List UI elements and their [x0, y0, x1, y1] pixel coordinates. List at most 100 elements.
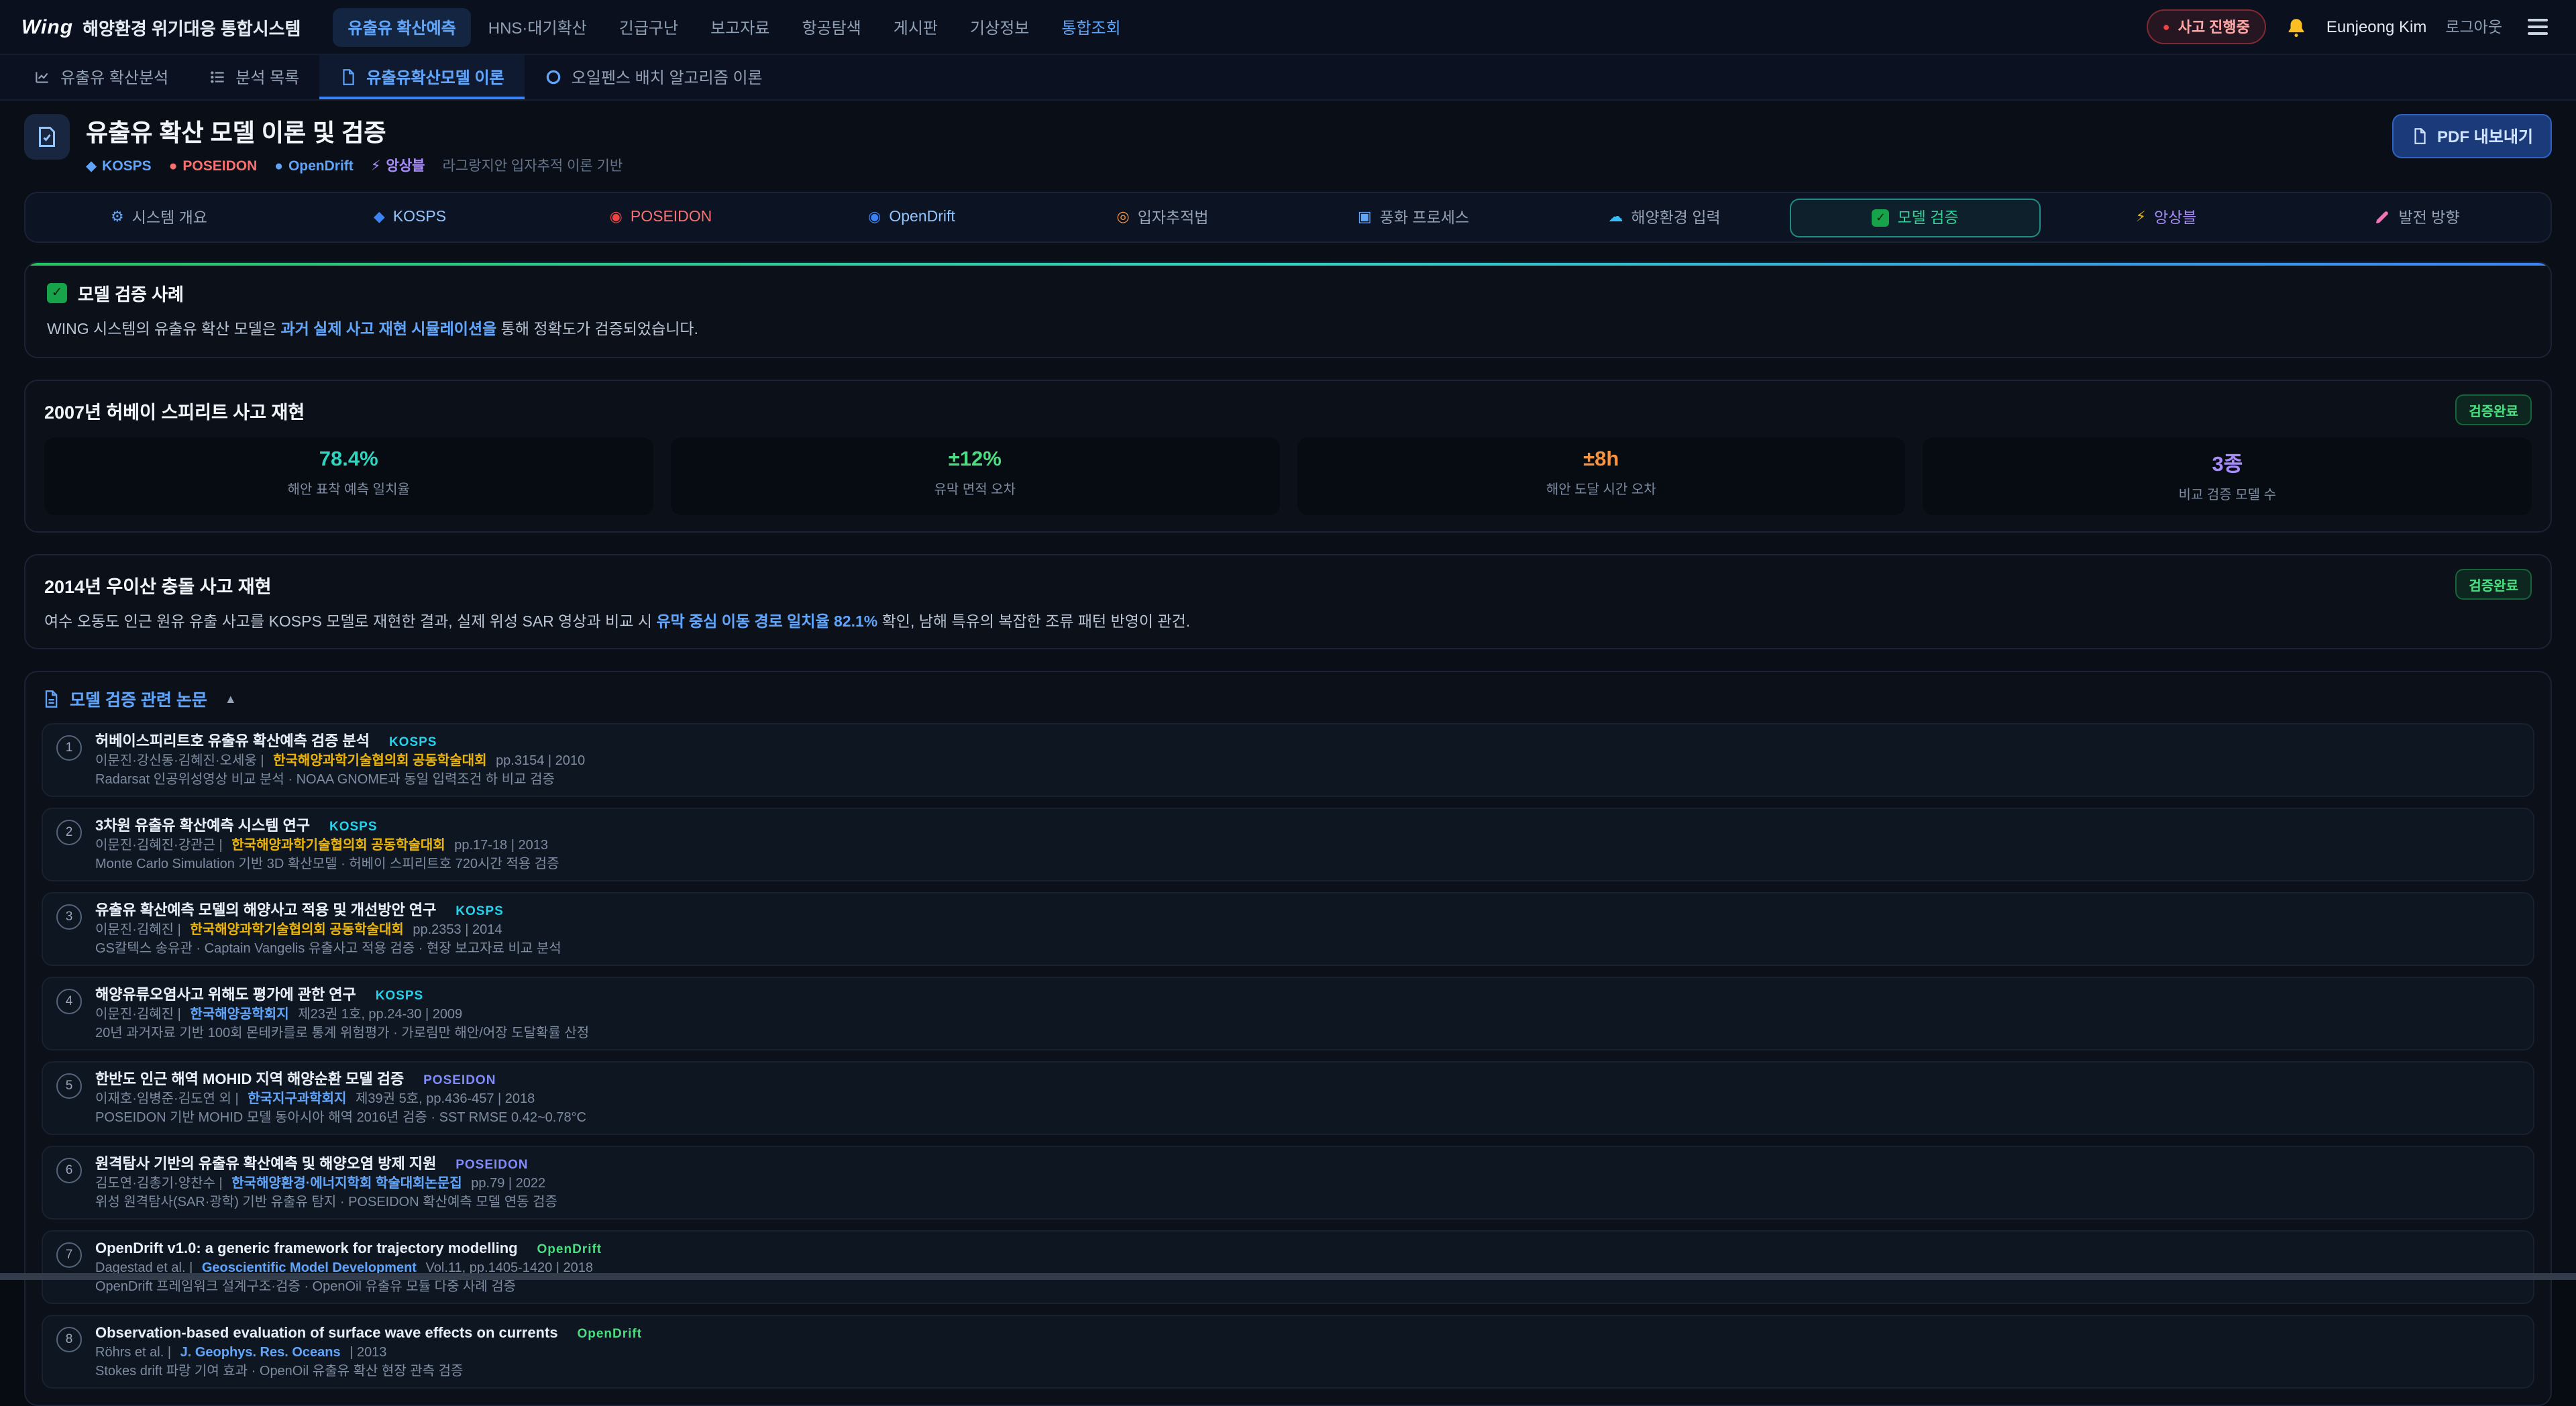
section-tab-particle-tracking[interactable]: ◎ 입자추적법: [1037, 198, 1288, 237]
section-tab-poseidon[interactable]: ◉ POSEIDON: [535, 198, 786, 237]
paper-journal-link[interactable]: 한국해양공학회지: [190, 1008, 288, 1022]
stat-value: ±8h: [1305, 448, 1898, 472]
paper-row[interactable]: 2 3차원 유출유 확산예측 시스템 연구 KOSPS 이문진·김혜진·강관근 …: [42, 808, 2534, 881]
rocket-icon: [2374, 209, 2390, 225]
top-navbar: Wing 해양환경 위기대응 통합시스템 유출유 확산예측 HNS·대기확산 긴…: [0, 0, 2576, 55]
nav-item-aerial-search[interactable]: 항공탐색: [787, 7, 875, 46]
papers-list: 1 허베이스피리트호 유출유 확산예측 검증 분석 KOSPS 이문진·강신동·…: [42, 723, 2534, 1389]
paper-desc: Stokes drift 파랑 기여 효과 · OpenOil 유출유 확산 현…: [95, 1364, 642, 1381]
hamburger-menu-icon[interactable]: [2521, 12, 2555, 42]
pdf-button-label: PDF 내보내기: [2437, 125, 2533, 148]
paper-meta: 제39권 5호, pp.436-457 | 2018: [356, 1092, 535, 1107]
tab-model-theory[interactable]: 유출유확산모델 이론: [319, 55, 524, 99]
paper-authors: 이문진·김혜진: [95, 1008, 174, 1022]
page-icon: [24, 114, 70, 160]
section-tab-overview[interactable]: ⚙ 시스템 개요: [34, 198, 284, 237]
nav-item-hns-dispersion[interactable]: HNS·대기확산: [474, 7, 602, 46]
paper-number: 8: [56, 1327, 82, 1352]
paper-row[interactable]: 4 해양유류오염사고 위해도 평가에 관한 연구 KOSPS 이문진·김혜진 |…: [42, 977, 2534, 1050]
cloud-icon: ☁: [1608, 210, 1623, 225]
section-tab-roadmap[interactable]: 발전 방향: [2292, 198, 2542, 237]
paper-journal-link[interactable]: 한국지구과학회지: [248, 1092, 346, 1107]
page-subtitle: 라그랑지안 입자추적 이론 기반: [443, 156, 623, 176]
page-header-text: 유출유 확산 모델 이론 및 검증 ◆ KOSPS ● POSEIDON ● O…: [86, 114, 623, 176]
tab-boom-algorithm-theory[interactable]: 오일펜스 배치 알고리즘 이론: [525, 55, 783, 99]
nav-item-board[interactable]: 게시판: [879, 7, 953, 46]
grid-icon: ▣: [1358, 210, 1372, 225]
incident-status-dot-icon: ●: [2163, 20, 2170, 34]
check-icon: ✓: [47, 283, 67, 303]
paper-authors: Röhrs et al.: [95, 1346, 164, 1360]
paper-model-badge: KOSPS: [389, 735, 437, 750]
papers-header-toggle[interactable]: 모델 검증 관련 논문 ▲: [42, 686, 2534, 711]
paper-desc: POSEIDON 기반 MOHID 모델 동아시아 해역 2016년 검증 · …: [95, 1111, 586, 1127]
paper-row[interactable]: 5 한반도 인근 해역 MOHID 지역 해양순환 모델 검증 POSEIDON…: [42, 1061, 2534, 1135]
paper-meta: 제23권 1호, pp.24-30 | 2009: [298, 1008, 462, 1022]
paper-meta: | 2013: [350, 1346, 386, 1360]
paper-number: 5: [56, 1073, 82, 1099]
validation-complete-badge: 검증완료: [2455, 569, 2532, 600]
section-tab-ensemble[interactable]: ⚡ 앙상블: [2041, 198, 2292, 237]
paper-authors: 김도연·김총기·양찬수: [95, 1177, 215, 1191]
stat-model-count: 3종 비교 검증 모델 수: [1923, 437, 2532, 515]
paper-journal-link[interactable]: 한국해양과학기술협의회 공동학술대회: [231, 839, 445, 853]
highlighted-text: 과거 실제 사고 재현 시뮬레이션을: [280, 322, 496, 338]
notification-bell-icon[interactable]: [2285, 15, 2308, 38]
section-tab-model-validation[interactable]: ✓ 모델 검증: [1790, 198, 2041, 237]
brand[interactable]: Wing 해양환경 위기대응 통합시스템: [21, 14, 301, 40]
section-tab-opendrift[interactable]: ◉ OpenDrift: [786, 198, 1037, 237]
paper-row[interactable]: 7 OpenDrift v1.0: a generic framework fo…: [42, 1230, 2534, 1304]
pdf-export-button[interactable]: PDF 내보내기: [2392, 114, 2552, 158]
section-tab-label: 발전 방향: [2398, 207, 2459, 228]
section-tab-label: 앙상블: [2154, 207, 2197, 228]
paper-journal-link[interactable]: J. Geophys. Res. Oceans: [180, 1346, 341, 1360]
nav-item-emergency-rescue[interactable]: 긴급구난: [604, 7, 693, 46]
stat-label: 유막 면적 오차: [679, 478, 1272, 498]
paper-model-badge: OpenDrift: [537, 1242, 602, 1257]
text-segment: 확인, 남해 특유의 복잡한 조류 패턴 반영이 관건.: [877, 614, 1190, 631]
gear-icon: ⚙: [111, 210, 124, 225]
separator: |: [260, 754, 264, 769]
paper-title: 유출유 확산예측 모델의 해양사고 적용 및 개선방안 연구: [95, 903, 436, 919]
validation-description: WING 시스템의 유출유 확산 모델은 과거 실제 사고 재현 시뮬레이션을 …: [47, 318, 2529, 339]
paper-row[interactable]: 8 Observation-based evaluation of surfac…: [42, 1315, 2534, 1389]
paper-row[interactable]: 1 허베이스피리트호 유출유 확산예측 검증 분석 KOSPS 이문진·강신동·…: [42, 723, 2534, 797]
tab-analysis-list[interactable]: 분석 목록: [189, 55, 319, 99]
separator: |: [178, 923, 181, 938]
separator: |: [219, 839, 223, 853]
nav-item-oil-spill-prediction[interactable]: 유출유 확산예측: [333, 7, 471, 46]
card-title: 2007년 허베이 스피리트 사고 재현: [44, 396, 305, 423]
pdf-document-icon: [2410, 127, 2428, 145]
paper-number: 2: [56, 820, 82, 845]
tab-spill-analysis[interactable]: 유출유 확산분석: [13, 55, 189, 99]
section-tab-weathering[interactable]: ▣ 풍화 프로세스: [1288, 198, 1539, 237]
paper-journal-link[interactable]: 한국해양환경·에너지학회 학술대회논문집: [231, 1177, 462, 1191]
incident-status-badge[interactable]: ● 사고 진행중: [2147, 9, 2266, 44]
nav-item-reports[interactable]: 보고자료: [696, 7, 784, 46]
validation-heading-label: 모델 검증 사례: [78, 280, 184, 306]
nav-item-integrated-search[interactable]: 통합조회: [1046, 7, 1135, 46]
tab-label: 유출유확산모델 이론: [366, 66, 504, 89]
validation-intro-section: ✓ 모델 검증 사례 WING 시스템의 유출유 확산 모델은 과거 실제 사고…: [24, 262, 2552, 358]
nav-item-weather-info[interactable]: 기상정보: [955, 7, 1044, 46]
paper-title: OpenDrift v1.0: a generic framework for …: [95, 1241, 518, 1257]
paper-title: Observation-based evaluation of surface …: [95, 1326, 558, 1342]
highlighted-text: 유막 중심 이동 경로 일치율 82.1%: [656, 614, 877, 631]
badge-opendrift: ● OpenDrift: [274, 158, 354, 174]
section-tab-kosps[interactable]: ◆ KOSPS: [284, 198, 535, 237]
separator: |: [168, 1346, 171, 1360]
check-icon: ✓: [1872, 209, 1889, 226]
logout-link[interactable]: 로그아웃: [2445, 16, 2502, 38]
badge-ensemble: ⚡ 앙상블: [371, 156, 425, 176]
section-tab-bar: ⚙ 시스템 개요 ◆ KOSPS ◉ POSEIDON ◉ OpenDrift …: [24, 192, 2552, 243]
paper-row[interactable]: 6 원격탐사 기반의 유출유 확산예측 및 해양오염 방제 지원 POSEIDO…: [42, 1146, 2534, 1220]
text-segment: WING 시스템의 유출유 확산 모델은: [47, 322, 280, 338]
paper-row[interactable]: 3 유출유 확산예측 모델의 해양사고 적용 및 개선방안 연구 KOSPS 이…: [42, 892, 2534, 966]
paper-journal-link[interactable]: 한국해양과학기술협의회 공동학술대회: [190, 923, 403, 938]
paper-number: 3: [56, 904, 82, 930]
model-badges: ◆ KOSPS ● POSEIDON ● OpenDrift ⚡ 앙상블: [86, 156, 623, 176]
paper-journal-link[interactable]: 한국해양과학기술협의회 공동학술대회: [273, 754, 486, 769]
paper-model-badge: POSEIDON: [423, 1073, 496, 1088]
paper-number: 6: [56, 1158, 82, 1183]
section-tab-ocean-input[interactable]: ☁ 해양환경 입력: [1539, 198, 1790, 237]
